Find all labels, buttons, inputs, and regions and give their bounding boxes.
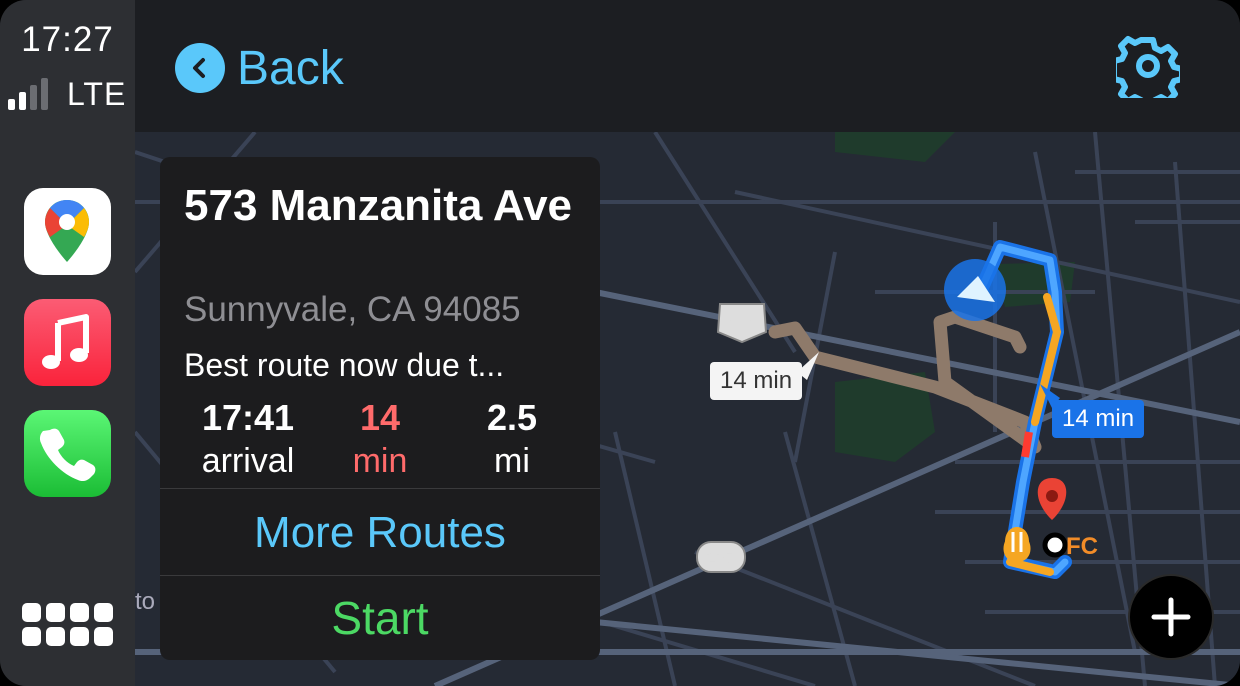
app-grid-icon[interactable]	[22, 603, 113, 646]
distance-label: mi	[494, 442, 530, 480]
duration-label: min	[352, 442, 408, 480]
destination-address: Sunnyvale, CA 94085	[184, 290, 521, 329]
back-label: Back	[237, 41, 344, 95]
distance-stat: 2.5 mi	[442, 397, 582, 483]
add-button[interactable]	[1128, 574, 1214, 660]
signal-strength-icon	[8, 76, 48, 110]
carplay-screen: 17:27 LTE Back 101 237 14 min 14 min FC …	[0, 0, 1240, 686]
main-route-time[interactable]: 14 min	[1052, 400, 1145, 438]
gear-icon[interactable]	[1116, 34, 1180, 98]
music-note-icon	[42, 314, 89, 369]
highway-237-shield: 237	[705, 548, 737, 568]
duration-value: 14	[359, 397, 401, 438]
destination-title: 573 Manzanita Ave	[184, 181, 573, 230]
map-edge-label: to	[135, 588, 156, 615]
header-bar: Back	[135, 0, 1240, 132]
plus-icon	[1151, 597, 1191, 637]
arrival-label: arrival	[201, 442, 295, 480]
music-app-button[interactable]	[24, 299, 111, 386]
duration-stat: 14 min	[310, 397, 450, 483]
back-button[interactable]: Back	[175, 38, 344, 98]
phone-app-button[interactable]	[24, 410, 111, 497]
destination-card: 573 Manzanita Ave Sunnyvale, CA 94085 Be…	[160, 157, 600, 660]
alternate-route-time[interactable]: 14 min	[710, 362, 803, 400]
google-maps-icon	[45, 200, 89, 262]
google-maps-app-button[interactable]	[24, 188, 111, 275]
arrival-value: 17:41	[201, 397, 295, 438]
poi-label: FC	[1066, 533, 1098, 560]
status-time: 17:27	[21, 20, 114, 59]
divider	[160, 488, 600, 489]
distance-value: 2.5	[486, 397, 538, 438]
start-button[interactable]: Start	[160, 577, 600, 660]
phone-handset-icon	[39, 428, 96, 482]
chevron-left-icon	[175, 43, 225, 93]
highway-101-shield: 101	[727, 314, 759, 334]
sidebar: 17:27 LTE	[0, 0, 135, 686]
more-routes-button[interactable]: More Routes	[160, 490, 600, 576]
divider	[160, 575, 600, 576]
route-note: Best route now due t...	[184, 347, 505, 383]
network-type: LTE	[67, 76, 127, 112]
arrival-stat: 17:41 arrival	[178, 397, 318, 483]
